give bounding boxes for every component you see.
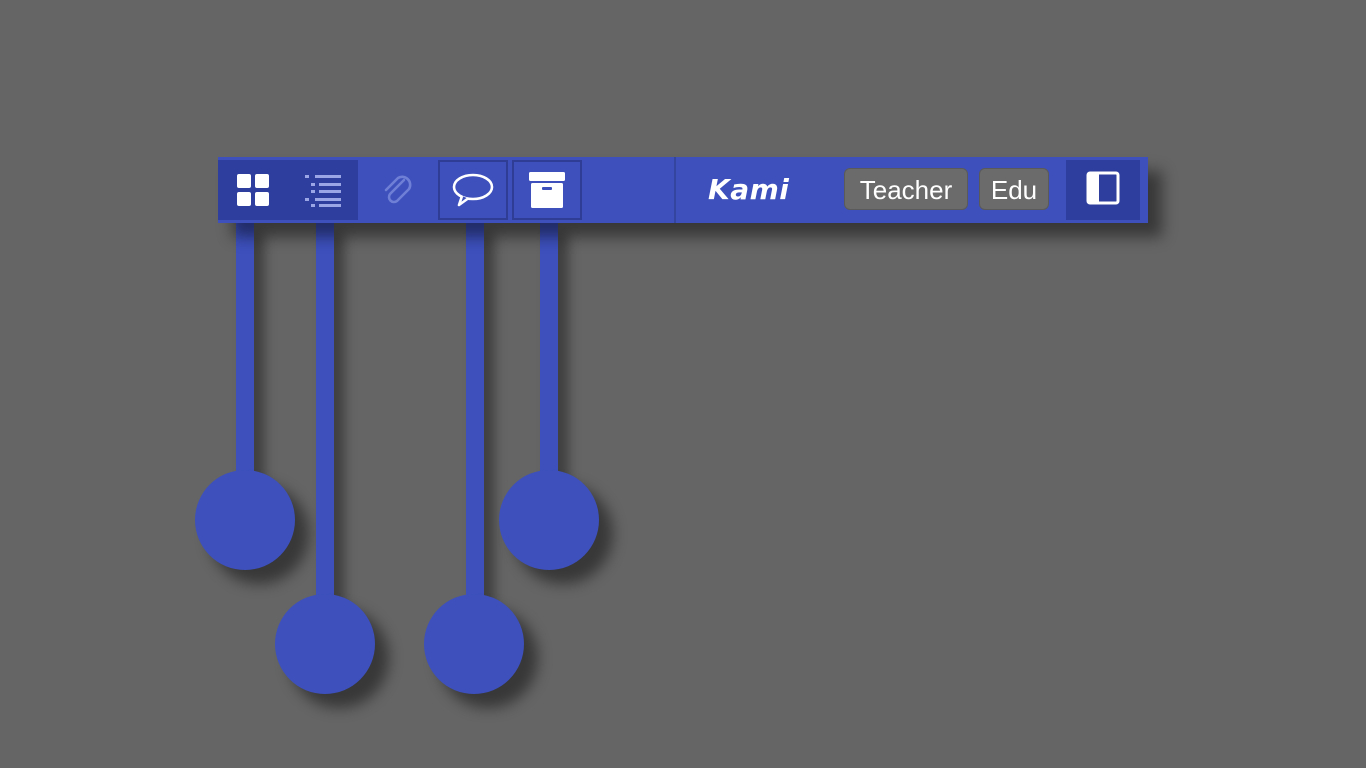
archive-box-icon [527,170,567,210]
kami-toolbar: Kami Teacher Edu [218,157,1148,223]
callout-marker-outline [275,594,375,694]
edu-badge: Edu [979,168,1049,210]
callout-marker-archive [499,470,599,570]
sidebar-panel-icon [1086,171,1120,209]
toggle-sidebar-button[interactable] [1066,160,1140,220]
callout-line-outline [316,223,334,608]
toolbar-divider [674,157,676,223]
grid-icon [236,173,270,207]
teacher-badge: Teacher [844,168,968,210]
callout-marker-comments [424,594,524,694]
grid-view-button[interactable] [218,160,288,220]
speech-bubble-icon [450,170,496,210]
kami-logo: Kami [708,173,790,206]
paperclip-icon [378,170,418,210]
callout-line-grid [236,223,254,483]
outline-list-button[interactable] [288,160,358,220]
comments-button[interactable] [438,160,508,220]
attachment-button[interactable] [363,160,433,220]
callout-marker-grid [195,470,295,570]
callout-line-comments [466,223,484,608]
archive-button[interactable] [512,160,582,220]
callout-line-archive [540,223,558,483]
list-icon [305,173,341,207]
screen: Kami Teacher Edu [0,0,1366,768]
